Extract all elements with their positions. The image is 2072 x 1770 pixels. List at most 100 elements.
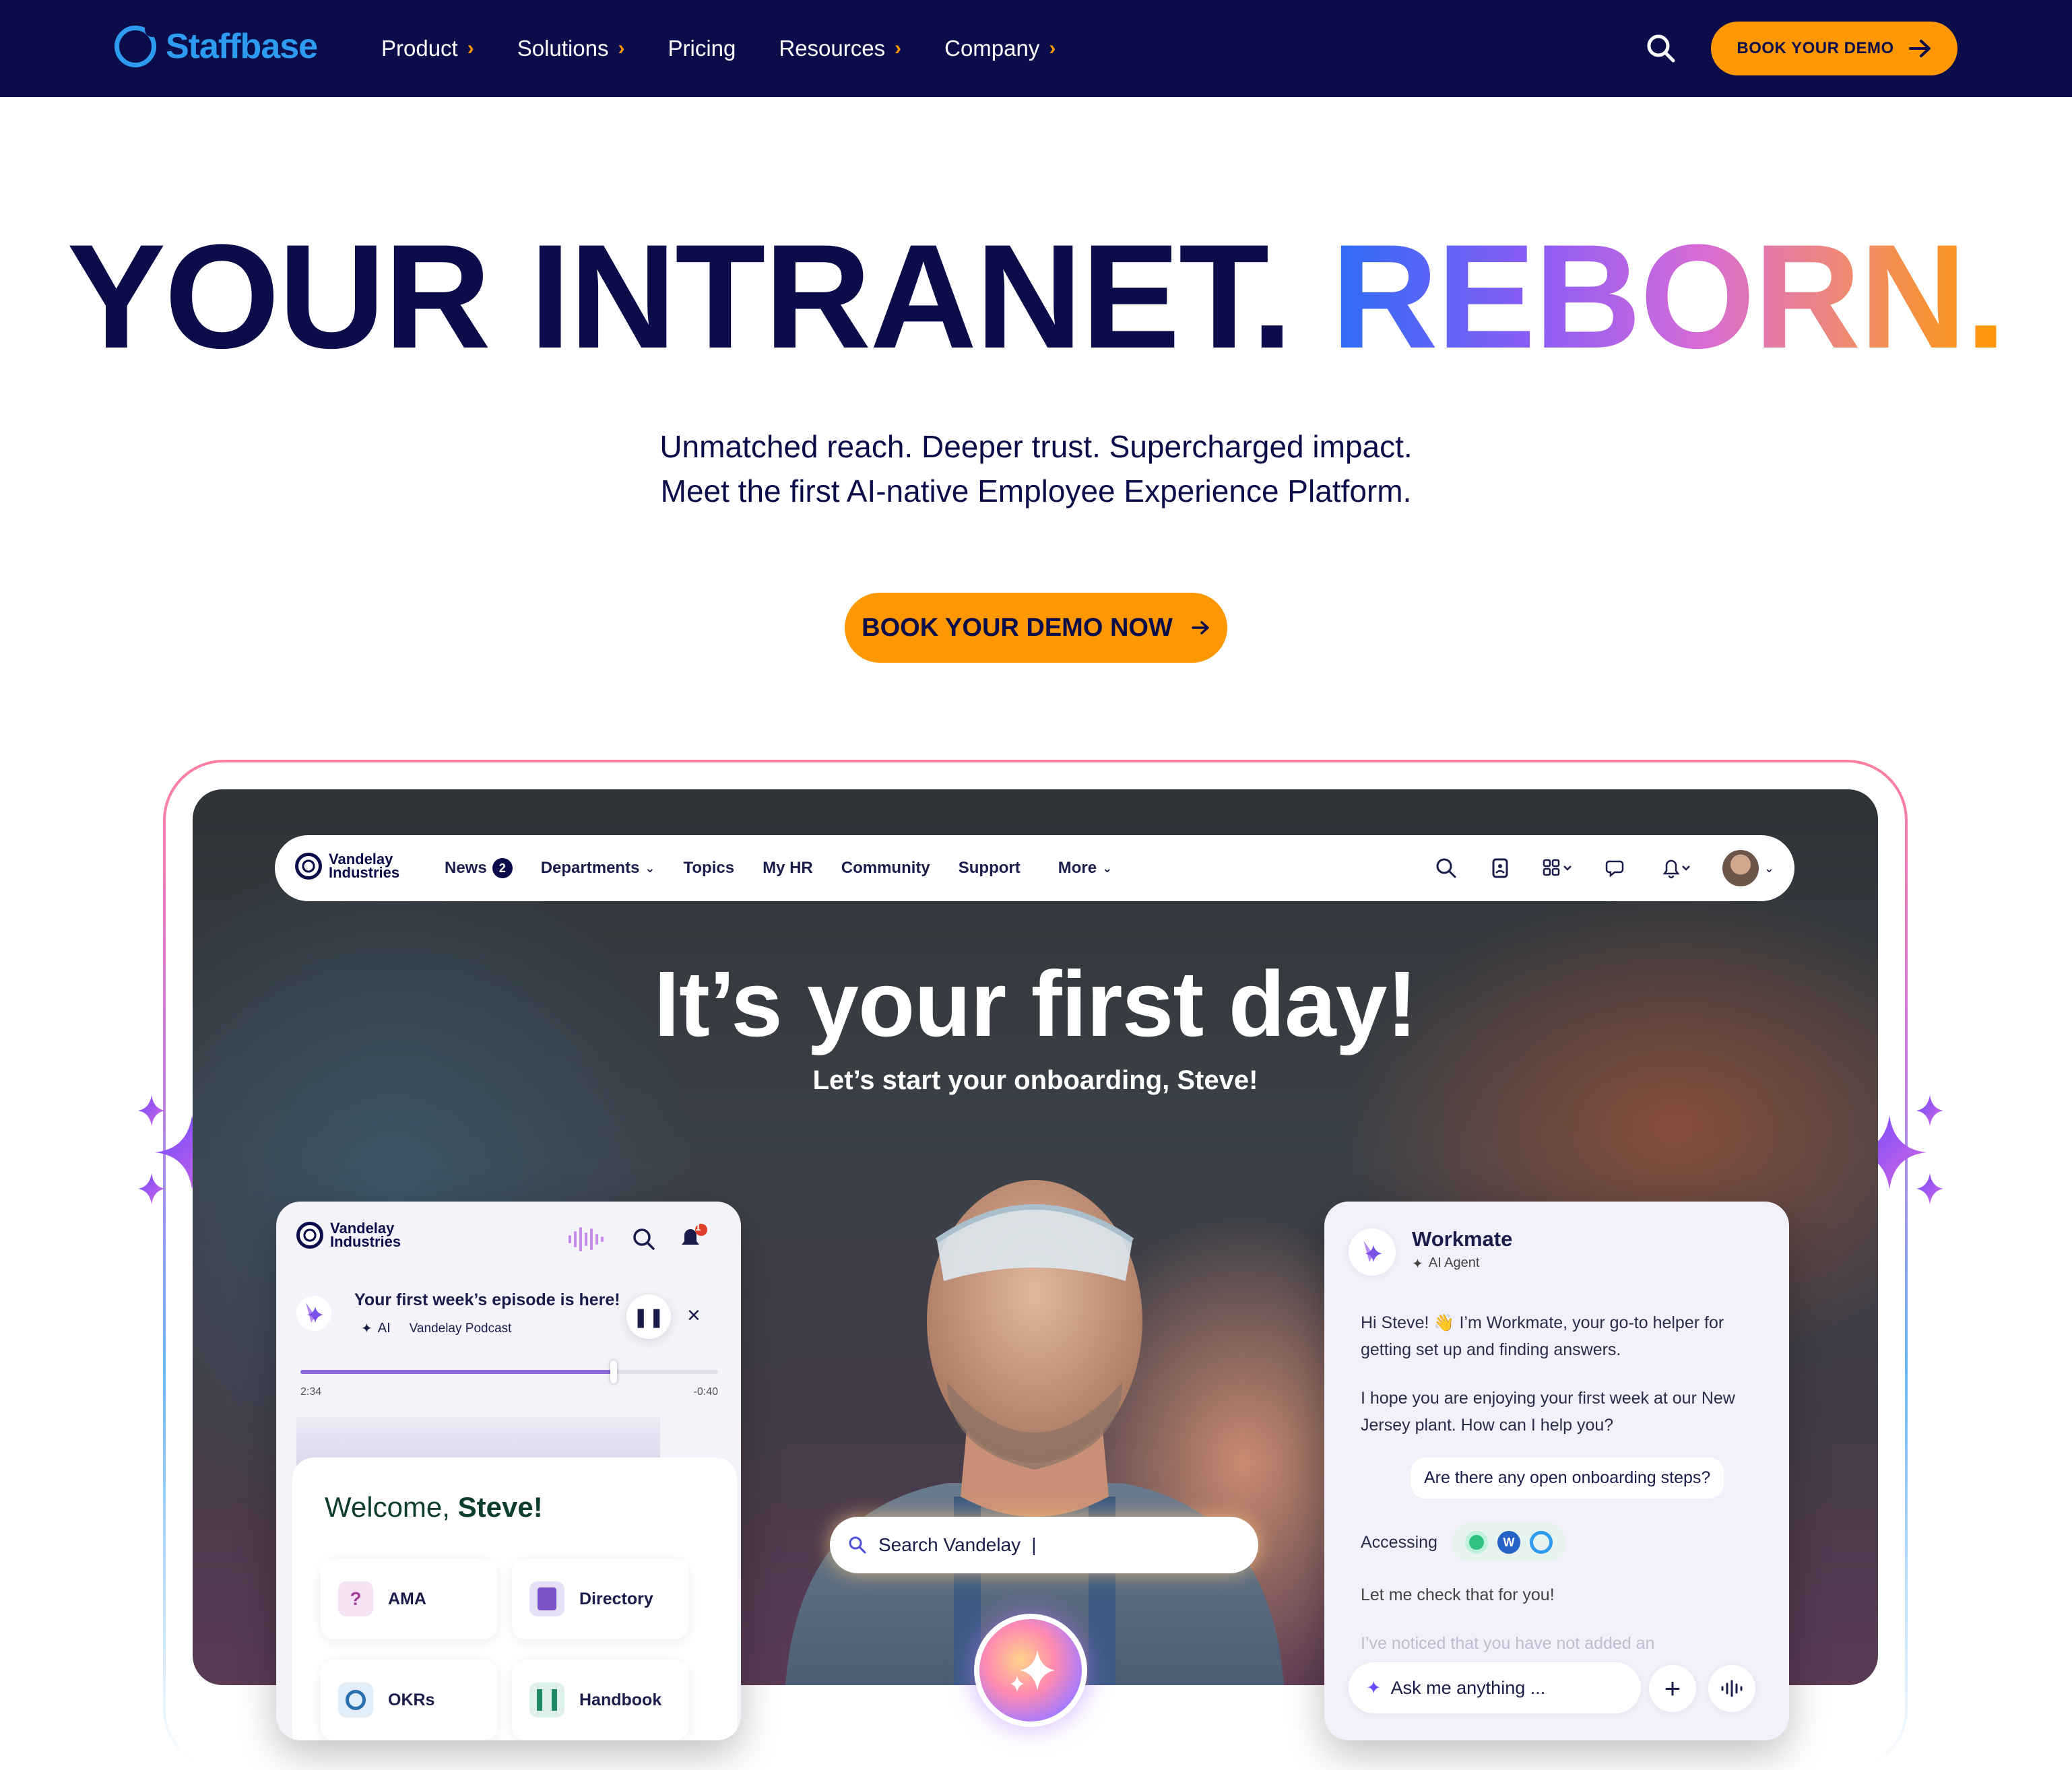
menu-item-solutions[interactable]: Solutions › — [517, 36, 625, 61]
main-menu: Product › Solutions › Pricing Resources › C… — [381, 0, 1056, 97]
voice-input-button[interactable] — [1708, 1665, 1755, 1712]
menu-item-resources[interactable]: Resources › — [779, 36, 901, 61]
book-demo-button[interactable]: BOOK YOUR DEMO — [1711, 22, 1957, 75]
tile-ama[interactable]: ? AMA — [321, 1559, 497, 1639]
intranet-menu: News 2 Departments ⌄ Topics My HR Communit… — [445, 835, 1112, 901]
chevron-right-icon: › — [895, 37, 902, 59]
menu-item-product[interactable]: Product › — [381, 36, 474, 61]
tile-okrs[interactable]: OKRs — [321, 1660, 497, 1740]
bell-icon[interactable] — [678, 1223, 709, 1254]
agent-message-3: Let me check that for you! — [1361, 1585, 1555, 1604]
welcome-name: Steve! — [457, 1491, 543, 1523]
intranet-nav-support[interactable]: Support — [959, 859, 1021, 878]
vandelay-logo[interactable]: Vandelay Industries — [295, 852, 400, 881]
brand-name: Staffbase — [166, 27, 318, 66]
ai-tag: AI — [377, 1321, 391, 1336]
ask-input[interactable]: ✦ Ask me anything ... — [1349, 1662, 1641, 1713]
ai-agent-avatar — [296, 1296, 331, 1331]
intranet-nav-departments[interactable]: Departments ⌄ — [541, 859, 655, 878]
hero-title-accent: REBORN. — [1331, 214, 2006, 379]
bell-icon[interactable] — [1659, 856, 1693, 880]
hero-subtitle-line1: Unmatched reach. Deeper trust. Superchar… — [659, 429, 1413, 464]
employee-photo — [785, 1180, 1284, 1685]
search-text: Search Vandelay — [878, 1534, 1021, 1555]
hero-title: YOUR INTRANET. REBORN. — [67, 214, 2006, 379]
staffbase-logo[interactable]: Staffbase — [115, 22, 318, 67]
chevron-right-icon: › — [1049, 37, 1056, 59]
intranet-nav-community[interactable]: Community — [841, 859, 930, 878]
agent-message-1: Hi Steve! 👋 I’m Workmate, your go-to hel… — [1361, 1313, 1724, 1359]
ai-spark-icon — [306, 1303, 323, 1323]
menu-item-pricing[interactable]: Pricing — [668, 36, 736, 61]
chevron-down-icon: ⌄ — [1102, 861, 1113, 875]
globe-icon — [295, 853, 322, 880]
text-cursor: | — [1031, 1534, 1037, 1555]
contact-card-icon[interactable] — [1488, 856, 1512, 880]
podcast-progress-track[interactable] — [300, 1370, 718, 1374]
ask-input-placeholder: Ask me anything ... — [1390, 1677, 1546, 1698]
menu-item-company[interactable]: Company › — [944, 36, 1056, 61]
agent-message-2: I hope you are enjoying your first week … — [1361, 1389, 1735, 1435]
agent-role: AI Agent — [1428, 1255, 1480, 1270]
onboarding-headline: It’s your first day! — [653, 952, 1418, 1056]
accessing-label: Accessing — [1361, 1533, 1437, 1552]
time-elapsed: 2:34 — [300, 1386, 322, 1398]
books-icon — [529, 1682, 564, 1717]
intranet-nav-topics[interactable]: Topics — [684, 859, 735, 878]
chevron-down-icon: ⌄ — [645, 861, 655, 875]
podcast-meta: ✦ AI Vandelay Podcast — [361, 1320, 511, 1337]
podcast-scrubber-handle[interactable] — [610, 1361, 617, 1383]
podcast-welcome-card: Vandelay Industries 1 Your first week’s e… — [276, 1202, 741, 1740]
agent-role-row: ✦ AI Agent — [1412, 1255, 1479, 1272]
target-icon — [338, 1682, 373, 1717]
welcome-panel: Welcome, Steve! ? AMA Directory OKRs Han… — [292, 1457, 737, 1740]
chevron-down-icon: ⌄ — [1763, 861, 1774, 875]
agent-name: Workmate — [1412, 1227, 1513, 1251]
user-message-bubble: Are there any open onboarding steps? — [1411, 1457, 1724, 1499]
top-navigation: Staffbase Product › Solutions › Pricing Re… — [0, 0, 2072, 97]
search-icon[interactable] — [1434, 856, 1458, 880]
add-attachment-button[interactable]: + — [1649, 1665, 1696, 1712]
pause-button[interactable]: ❚❚ — [626, 1294, 671, 1339]
chevron-right-icon: › — [467, 37, 474, 59]
company-name-line2: Industries — [329, 864, 400, 881]
apps-grid-icon[interactable] — [1542, 856, 1576, 880]
onboarding-subline: Let’s start your onboarding, Steve! — [812, 1066, 1258, 1095]
tile-handbook[interactable]: Handbook — [512, 1660, 688, 1740]
time-remaining: -0:40 — [693, 1386, 718, 1398]
close-icon[interactable]: × — [687, 1303, 701, 1329]
welcome-heading: Welcome, Steve! — [325, 1491, 543, 1523]
source-green-icon — [1465, 1531, 1488, 1554]
sparkle-icon — [1010, 1650, 1055, 1692]
intranet-nav-more[interactable]: More ⌄ — [1058, 859, 1112, 878]
accessing-sources: W — [1454, 1523, 1564, 1561]
podcast-title: Your first week’s episode is here! — [354, 1290, 620, 1309]
tile-directory[interactable]: Directory — [512, 1559, 688, 1639]
search-vandelay-input[interactable]: Search Vandelay | — [830, 1517, 1258, 1573]
company-name-line2: Industries — [330, 1233, 401, 1250]
audio-wave-icon[interactable] — [567, 1226, 605, 1253]
hero-subtitle-line2: Meet the first AI-native Employee Experi… — [660, 473, 1412, 509]
sparkle-small-icon: ✦ — [361, 1321, 373, 1336]
ai-assistant-orb-button[interactable] — [974, 1614, 1087, 1727]
card-logo: Vandelay Industries — [296, 1221, 401, 1250]
staffbase-logo-icon — [115, 22, 160, 67]
agent-message-4-faded: I’ve noticed that you have not added an — [1361, 1634, 1655, 1653]
user-menu[interactable]: ⌄ — [1722, 850, 1774, 886]
intranet-nav-news[interactable]: News 2 — [445, 858, 513, 878]
search-icon[interactable] — [630, 1226, 657, 1253]
search-icon[interactable] — [1644, 31, 1679, 66]
workmate-avatar — [1349, 1228, 1396, 1276]
podcast-progress-fill — [300, 1370, 614, 1374]
directory-icon — [529, 1581, 564, 1616]
book-demo-now-button[interactable]: BOOK YOUR DEMO NOW — [845, 593, 1227, 663]
chevron-right-icon: › — [618, 37, 625, 59]
chat-icon[interactable] — [1605, 856, 1629, 880]
avatar — [1722, 850, 1759, 886]
sparkle-small-icon: ✦ — [1412, 1257, 1423, 1272]
notification-count: 1 — [695, 1222, 701, 1233]
workmate-chat-card: Workmate ✦ AI Agent Hi Steve! 👋 I’m Workm… — [1324, 1202, 1789, 1740]
intranet-nav-myhr[interactable]: My HR — [763, 859, 813, 878]
intranet-toolbar: ⌄ — [1434, 835, 1774, 901]
news-count-badge: 2 — [492, 858, 513, 878]
